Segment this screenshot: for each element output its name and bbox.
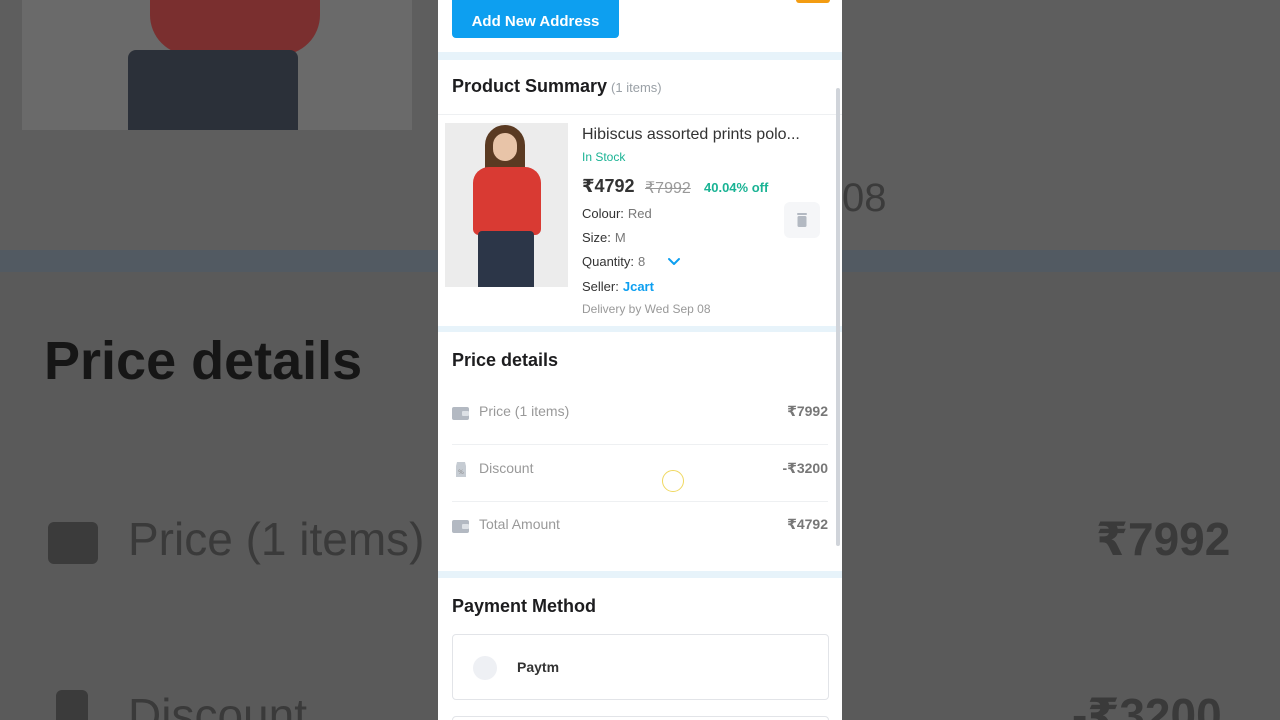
scrollbar[interactable]: [836, 88, 840, 546]
bg-price-label: Price (1 items): [128, 513, 425, 565]
address-section: Add New Address: [438, 0, 842, 52]
bg-discount-label: Discount: [128, 689, 307, 720]
discount-row: % Discount -₹3200: [452, 446, 828, 502]
payment-option-label: Paytm: [517, 659, 560, 675]
divider: [438, 114, 842, 115]
checkout-screen: Add New Address Product Summary (1 items)…: [438, 0, 842, 720]
discount-label: Discount: [479, 460, 534, 476]
product-colour: Colour: Red: [582, 206, 652, 221]
add-new-address-button[interactable]: Add New Address: [452, 0, 619, 38]
trash-icon: [797, 213, 807, 227]
bg-discount-value: -₹3200: [1072, 689, 1222, 720]
section-divider: [438, 326, 842, 332]
product-image-face: [493, 133, 517, 161]
bg-wallet-icon: [48, 522, 98, 564]
seller-link[interactable]: Jcart: [623, 279, 654, 294]
colour-value: Red: [627, 206, 652, 221]
radio-button[interactable]: [473, 656, 497, 680]
price-value: ₹7992: [787, 403, 828, 419]
bg-partial-text: 08: [842, 176, 887, 220]
bg-tag-icon: [56, 690, 88, 720]
product-seller: Seller: Jcart: [582, 279, 654, 294]
price-label: Price (1 items): [479, 403, 570, 419]
colour-label: Colour:: [582, 206, 624, 221]
size-label: Size:: [582, 230, 611, 245]
total-value: ₹4792: [787, 516, 828, 532]
payment-option-paytm[interactable]: Paytm: [452, 634, 829, 700]
bg-shirt-shape: [150, 0, 320, 55]
section-divider: [438, 52, 842, 60]
product-summary-heading: Product Summary: [452, 76, 608, 96]
seller-label: Seller:: [582, 279, 619, 294]
product-summary-count: (1 items): [611, 80, 662, 95]
delivery-date: Delivery by Wed Sep 08: [582, 302, 711, 316]
payment-method-title: Payment Method: [452, 596, 597, 616]
price-row: Price (1 items) ₹7992: [452, 389, 828, 445]
size-value: M: [614, 230, 626, 245]
product-quantity[interactable]: Quantity: 8: [582, 254, 645, 269]
product-image-jeans: [478, 231, 534, 287]
touch-indicator: [662, 470, 684, 492]
quantity-label: Quantity:: [582, 254, 635, 269]
product-discount: 40.04% off: [704, 180, 769, 195]
product-price: ₹4792: [582, 176, 635, 196]
product-summary-title: Product Summary (1 items): [452, 76, 662, 97]
wallet-icon: [452, 520, 469, 533]
discount-value: -₹3200: [782, 460, 828, 476]
bg-jeans-shape: [128, 50, 298, 130]
price-details-title: Price details: [452, 350, 559, 370]
bg-price-value: ₹7992: [1096, 513, 1231, 565]
orange-badge: [796, 0, 830, 3]
wallet-icon: [452, 407, 469, 420]
payment-option-next[interactable]: [452, 716, 829, 720]
product-image-shirt: [473, 167, 541, 235]
total-row: Total Amount ₹4792: [452, 502, 828, 558]
product-image[interactable]: [445, 123, 568, 287]
bg-title: Price details: [44, 331, 363, 391]
stock-status: In Stock: [582, 150, 626, 164]
quantity-value[interactable]: 8: [638, 254, 645, 269]
section-divider: [438, 571, 842, 578]
total-label: Total Amount: [479, 516, 560, 532]
product-name[interactable]: Hibiscus assorted prints polo...: [582, 126, 834, 144]
product-size: Size: M: [582, 230, 626, 245]
remove-item-button[interactable]: [784, 202, 820, 238]
tag-icon: %: [456, 462, 466, 477]
chevron-down-icon[interactable]: [667, 255, 681, 269]
svg-text:%: %: [458, 469, 464, 476]
product-original-price: ₹7992: [645, 180, 691, 197]
